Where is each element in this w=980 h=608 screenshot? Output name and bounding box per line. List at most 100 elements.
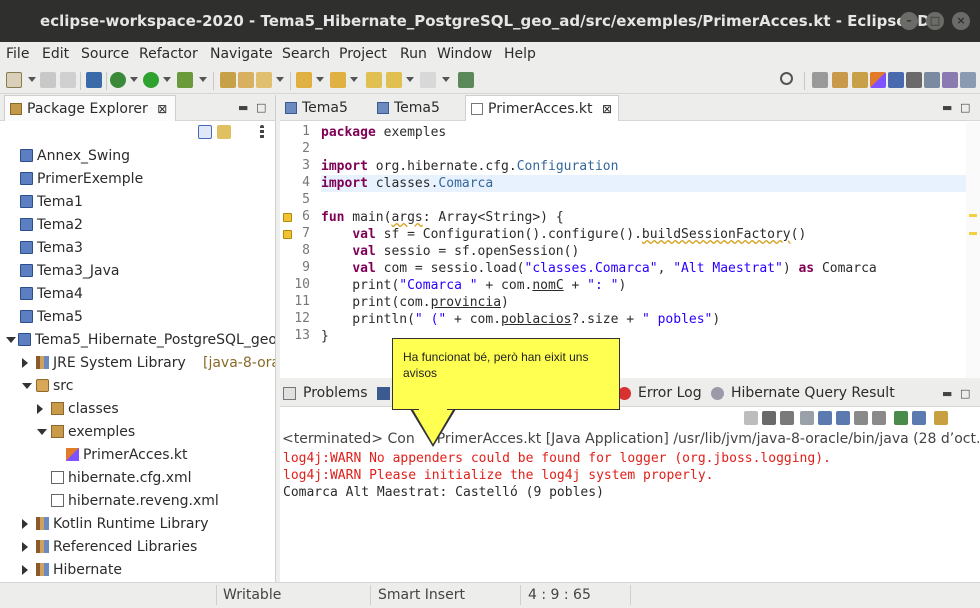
pin-editor-icon[interactable] [458, 72, 474, 88]
team-perspective-icon[interactable] [960, 72, 976, 88]
menu-navigate[interactable]: Navigate [210, 46, 273, 62]
chevron-down-icon[interactable] [406, 77, 414, 82]
chevron-down-icon[interactable] [22, 383, 32, 389]
show-on-output-icon[interactable] [854, 411, 868, 425]
maximize-view-icon[interactable]: □ [960, 387, 970, 400]
chevron-down-icon[interactable] [316, 77, 324, 82]
tab-primeracces-kt[interactable]: PrimerAcces.kt ⊠ [465, 95, 620, 121]
pin-console-icon[interactable] [894, 411, 908, 425]
hibernate-perspective-icon[interactable] [942, 72, 958, 88]
chevron-down-icon[interactable] [163, 77, 171, 82]
terminate-icon[interactable] [744, 411, 758, 425]
code-token: nomC [532, 278, 564, 293]
kotlin-perspective-icon[interactable] [870, 72, 886, 88]
close-icon[interactable]: ⊠ [157, 102, 167, 116]
menu-run[interactable]: Run [400, 46, 427, 62]
tab-problems[interactable]: Problems [283, 385, 368, 401]
next-annotation-icon[interactable] [296, 72, 312, 88]
remove-all-icon[interactable] [780, 411, 794, 425]
debug-perspective-icon[interactable] [906, 72, 922, 88]
save-icon[interactable] [40, 72, 56, 88]
back-icon[interactable] [366, 72, 382, 88]
menu-edit[interactable]: Edit [42, 46, 69, 62]
chevron-right-icon[interactable] [22, 519, 28, 529]
new-icon[interactable] [6, 72, 22, 88]
chevron-down-icon[interactable] [28, 77, 36, 82]
chevron-down-icon[interactable] [199, 77, 207, 82]
previous-annotation-icon[interactable] [330, 72, 346, 88]
menu-project[interactable]: Project [339, 46, 387, 62]
package-explorer-tabbar: Package Explorer ⊠ ▬ □ [0, 95, 275, 121]
minimize-view-icon[interactable]: ▬ [942, 101, 952, 114]
display-console-icon[interactable] [912, 411, 926, 425]
warning-marker[interactable] [969, 232, 977, 235]
minimize-view-icon[interactable]: ▬ [238, 101, 248, 114]
tab-tema5-2[interactable]: Tema5 [372, 95, 446, 121]
forward-arrow-icon[interactable] [386, 72, 402, 88]
tree-item-label: Hibernate [53, 562, 122, 578]
save-all-icon[interactable] [60, 72, 76, 88]
maximize-button[interactable]: □ [926, 12, 944, 30]
terminal-icon[interactable] [86, 72, 102, 88]
chevron-right-icon[interactable] [22, 565, 28, 575]
menu-refactor[interactable]: Refactor [139, 46, 198, 62]
warning-marker[interactable] [969, 214, 977, 217]
tab-error-log[interactable]: Error Log [618, 385, 702, 401]
chevron-right-icon[interactable] [22, 358, 28, 368]
overview-ruler[interactable] [966, 122, 980, 378]
database-perspective-icon[interactable] [888, 72, 904, 88]
collapse-all-icon[interactable] [198, 125, 212, 139]
code-line: val sf = Configuration().configure().bui… [321, 226, 966, 243]
minimize-button[interactable]: – [900, 12, 918, 30]
menu-search[interactable]: Search [282, 46, 330, 62]
menu-source[interactable]: Source [81, 46, 129, 62]
tab-package-explorer[interactable]: Package Explorer ⊠ [4, 95, 177, 121]
code-token: "classes.Comarca" [524, 261, 658, 276]
open-perspective-icon[interactable] [812, 72, 828, 88]
open-resource-icon[interactable] [238, 72, 254, 88]
console-panel: Problems Co Error Log Hibernate Query Re… [280, 381, 980, 582]
statusbar: Writable Smart Insert 4 : 9 : 65 [0, 582, 980, 608]
menu-help[interactable]: Help [504, 46, 536, 62]
open-console-icon[interactable] [934, 411, 948, 425]
forward-icon[interactable] [420, 72, 436, 88]
open-type-icon[interactable] [220, 72, 236, 88]
java-ee-perspective-icon[interactable] [852, 72, 868, 88]
debug-icon[interactable] [110, 72, 126, 88]
link-editor-icon[interactable] [217, 125, 231, 139]
chevron-down-icon[interactable] [130, 77, 138, 82]
java-perspective-icon[interactable] [832, 72, 848, 88]
package-icon [51, 402, 64, 415]
word-wrap-icon[interactable] [836, 411, 850, 425]
chevron-down-icon[interactable] [276, 77, 284, 82]
maximize-view-icon[interactable]: □ [960, 101, 970, 114]
external-tools-icon[interactable] [177, 72, 193, 88]
view-menu-icon[interactable] [260, 125, 264, 139]
warning-icon[interactable] [283, 213, 292, 222]
chevron-right-icon[interactable] [37, 404, 43, 414]
menu-file[interactable]: File [6, 46, 29, 62]
chevron-down-icon[interactable] [37, 429, 47, 435]
remove-launch-icon[interactable] [762, 411, 776, 425]
show-on-error-icon[interactable] [872, 411, 886, 425]
scroll-lock-icon[interactable] [818, 411, 832, 425]
chevron-right-icon[interactable] [22, 542, 28, 552]
menu-window[interactable]: Window [437, 46, 492, 62]
chevron-down-icon[interactable] [6, 337, 16, 343]
maximize-view-icon[interactable]: □ [256, 101, 266, 114]
git-perspective-icon[interactable] [924, 72, 940, 88]
clear-console-icon[interactable] [800, 411, 814, 425]
tab-hibernate-query-result[interactable]: Hibernate Query Result [711, 385, 895, 401]
chevron-down-icon[interactable] [442, 77, 450, 82]
run-icon[interactable] [143, 72, 159, 88]
code-line: import org.hibernate.cfg.Configuration [321, 158, 966, 175]
search-icon[interactable] [780, 72, 793, 85]
pen-icon[interactable] [256, 72, 272, 88]
tab-tema5-1[interactable]: Tema5 [280, 95, 354, 121]
minimize-view-icon[interactable]: ▬ [942, 387, 952, 400]
close-window-button[interactable]: × [952, 12, 970, 30]
console-output-line: log4j:WARN No appenders could be found f… [283, 451, 831, 466]
warning-icon[interactable] [283, 230, 292, 239]
close-icon[interactable]: ⊠ [602, 102, 612, 116]
chevron-down-icon[interactable] [350, 77, 358, 82]
